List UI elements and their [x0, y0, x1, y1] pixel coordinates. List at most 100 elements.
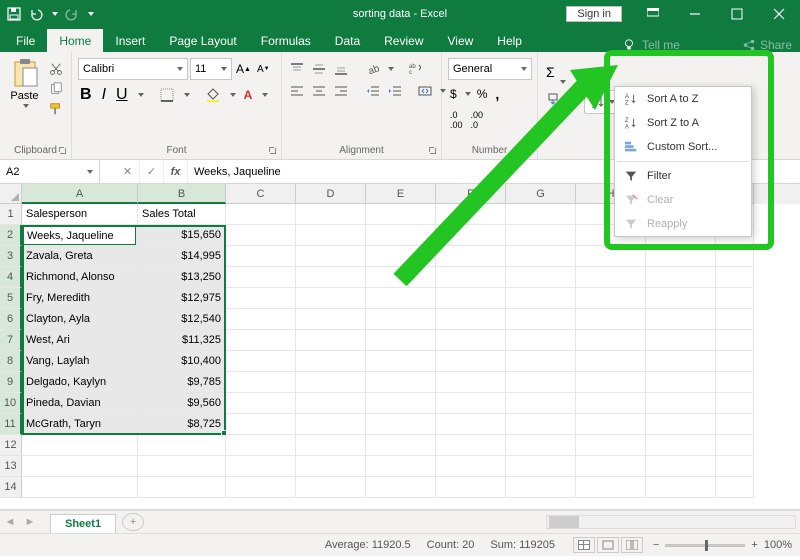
cell[interactable] — [716, 435, 754, 456]
tab-view[interactable]: View — [436, 29, 486, 52]
align-bottom-icon[interactable] — [332, 60, 350, 78]
tab-file[interactable]: File — [4, 29, 47, 52]
cell[interactable]: West, Ari — [22, 330, 138, 351]
ribbon-options-icon[interactable] — [632, 0, 674, 28]
cell[interactable] — [506, 435, 576, 456]
cell[interactable] — [296, 309, 366, 330]
name-box[interactable]: A2 — [0, 160, 100, 183]
clipboard-launcher-icon[interactable] — [58, 146, 68, 156]
insert-function-icon[interactable]: fx — [164, 160, 188, 183]
sheet-tab[interactable]: Sheet1 — [50, 514, 116, 533]
cell[interactable] — [366, 204, 436, 225]
cell[interactable] — [506, 246, 576, 267]
cell[interactable] — [506, 267, 576, 288]
save-icon[interactable] — [6, 6, 22, 22]
increase-decimal-icon[interactable]: .0.00 — [448, 108, 465, 132]
table-row[interactable]: 11McGrath, Taryn$8,725 — [0, 414, 800, 435]
decrease-indent-icon[interactable] — [364, 82, 382, 100]
underline-icon[interactable]: U — [114, 84, 130, 106]
cell[interactable] — [576, 267, 646, 288]
cell[interactable] — [436, 225, 506, 246]
cell[interactable] — [646, 372, 716, 393]
cell[interactable] — [576, 477, 646, 498]
cell[interactable] — [436, 477, 506, 498]
cell[interactable] — [506, 393, 576, 414]
cell[interactable] — [366, 393, 436, 414]
menu-sort-za[interactable]: ZA Sort Z to A — [615, 111, 751, 135]
cell[interactable] — [506, 309, 576, 330]
cell[interactable] — [366, 351, 436, 372]
cell[interactable] — [716, 351, 754, 372]
font-launcher-icon[interactable] — [268, 146, 278, 156]
cell[interactable] — [506, 372, 576, 393]
cell[interactable] — [296, 414, 366, 435]
cell[interactable]: $10,400 — [138, 351, 226, 372]
align-top-icon[interactable] — [288, 60, 306, 78]
cell[interactable]: $13,250 — [138, 267, 226, 288]
cell[interactable] — [646, 456, 716, 477]
row-header[interactable]: 3 — [0, 246, 22, 267]
align-right-icon[interactable] — [332, 82, 350, 100]
table-row[interactable]: 9Delgado, Kaylyn$9,785 — [0, 372, 800, 393]
cell[interactable] — [22, 435, 138, 456]
cell[interactable] — [366, 435, 436, 456]
decrease-decimal-icon[interactable]: .00.0 — [469, 108, 486, 132]
font-color-icon[interactable]: A — [242, 86, 255, 104]
col-header-b[interactable]: B — [138, 184, 226, 204]
cell[interactable] — [646, 351, 716, 372]
cell[interactable] — [366, 330, 436, 351]
bold-icon[interactable]: B — [78, 84, 94, 106]
col-header-f[interactable]: F — [436, 184, 506, 204]
cell[interactable] — [22, 477, 138, 498]
cell[interactable]: Zavala, Greta — [22, 246, 138, 267]
cell[interactable] — [436, 330, 506, 351]
cell[interactable] — [716, 456, 754, 477]
cut-icon[interactable] — [47, 60, 65, 78]
col-header-a[interactable]: A — [22, 184, 138, 204]
cell[interactable] — [366, 477, 436, 498]
table-row[interactable]: 14 — [0, 477, 800, 498]
cell[interactable] — [506, 456, 576, 477]
number-launcher-icon[interactable] — [524, 146, 534, 156]
row-header[interactable]: 11 — [0, 414, 22, 435]
cell[interactable] — [226, 372, 296, 393]
cell[interactable] — [138, 456, 226, 477]
cell[interactable] — [716, 477, 754, 498]
cell[interactable] — [296, 246, 366, 267]
col-header-g[interactable]: G — [506, 184, 576, 204]
table-row[interactable]: 5Fry, Meredith$12,975 — [0, 288, 800, 309]
tab-review[interactable]: Review — [372, 29, 435, 52]
table-row[interactable]: 12 — [0, 435, 800, 456]
table-row[interactable]: 8Vang, Laylah$10,400 — [0, 351, 800, 372]
row-header[interactable]: 13 — [0, 456, 22, 477]
cell[interactable]: Clayton, Ayla — [22, 309, 138, 330]
comma-format-icon[interactable]: , — [493, 84, 501, 104]
cell[interactable] — [22, 456, 138, 477]
cell[interactable] — [506, 225, 576, 246]
share-button[interactable]: Share — [742, 38, 792, 52]
row-header[interactable]: 12 — [0, 435, 22, 456]
cell[interactable] — [646, 414, 716, 435]
col-header-d[interactable]: D — [296, 184, 366, 204]
cell[interactable] — [226, 393, 296, 414]
cell[interactable] — [716, 393, 754, 414]
cell[interactable] — [576, 288, 646, 309]
row-header[interactable]: 1 — [0, 204, 22, 225]
number-format-combo[interactable]: General — [448, 58, 532, 80]
cell[interactable] — [646, 477, 716, 498]
cell[interactable] — [296, 372, 366, 393]
cell[interactable]: $15,650 — [138, 225, 226, 246]
table-row[interactable]: 4Richmond, Alonso$13,250 — [0, 267, 800, 288]
cell[interactable]: Fry, Meredith — [22, 288, 138, 309]
cell[interactable] — [296, 393, 366, 414]
cell[interactable] — [646, 246, 716, 267]
cell[interactable] — [436, 372, 506, 393]
cell[interactable] — [226, 309, 296, 330]
cell[interactable] — [226, 267, 296, 288]
alignment-launcher-icon[interactable] — [428, 146, 438, 156]
cell[interactable]: $11,325 — [138, 330, 226, 351]
qat-customize-caret-icon[interactable] — [88, 12, 94, 16]
cell[interactable] — [576, 456, 646, 477]
close-icon[interactable] — [758, 0, 800, 28]
cell[interactable] — [366, 414, 436, 435]
